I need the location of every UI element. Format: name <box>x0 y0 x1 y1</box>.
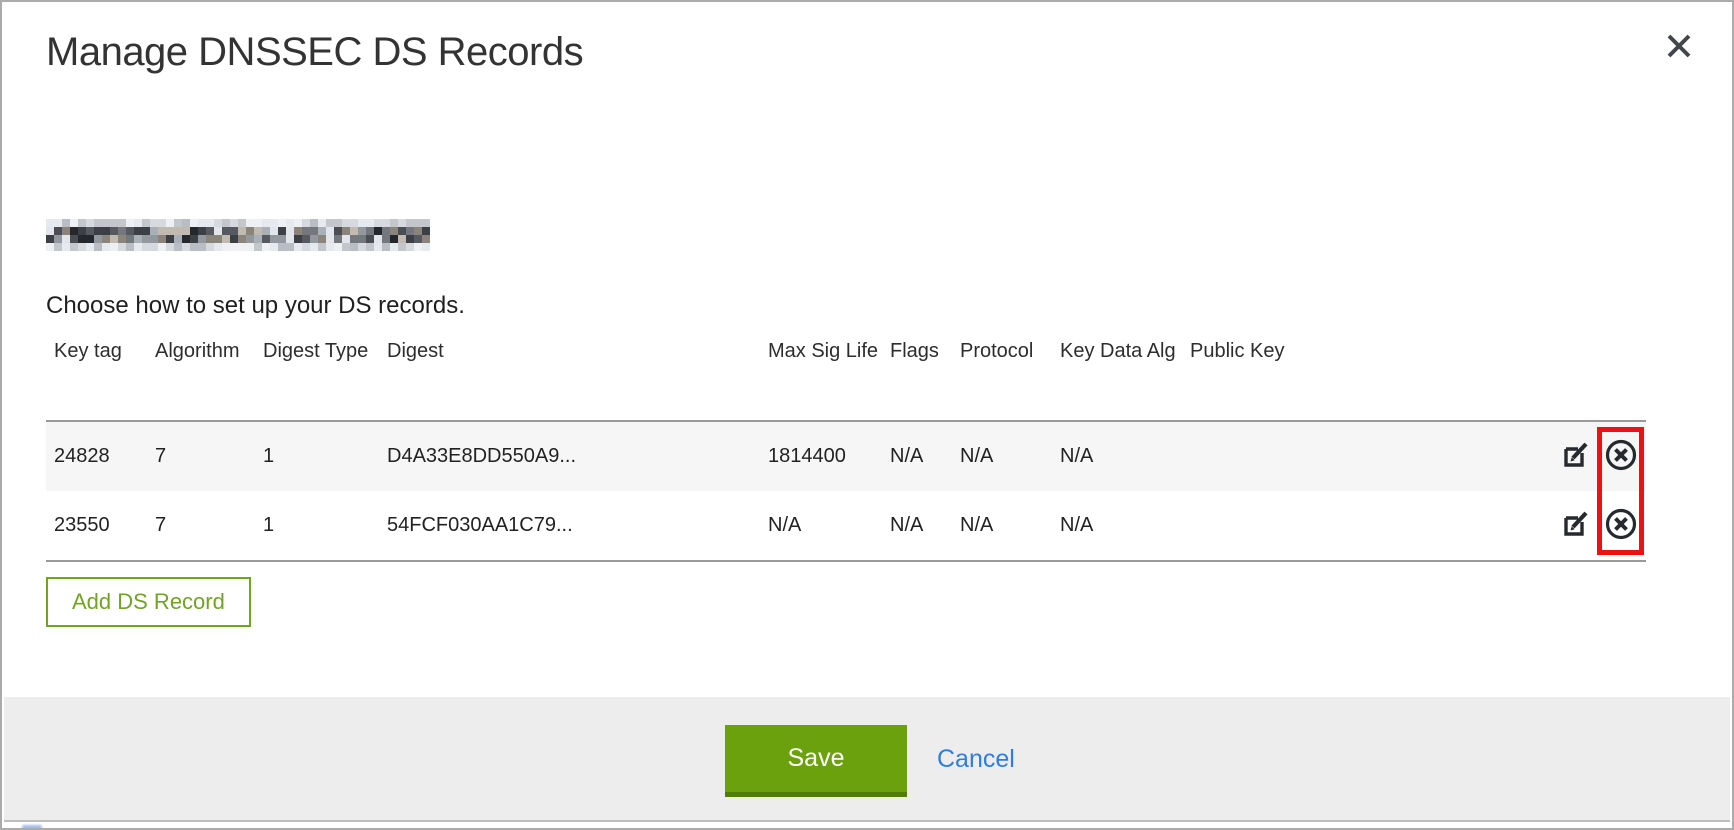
cancel-link[interactable]: Cancel <box>937 745 1015 774</box>
cell-protocol: N/A <box>952 514 1052 537</box>
col-header-max-sig-life: Max Sig Life <box>760 340 882 363</box>
close-icon <box>1665 32 1693 63</box>
col-header-public-key: Public Key <box>1182 340 1557 363</box>
cell-max-sig-life: N/A <box>760 514 882 537</box>
redacted-domain-name <box>46 219 430 251</box>
cell-flags: N/A <box>882 514 952 537</box>
delete-record-icon <box>1603 437 1639 476</box>
col-header-digest: Digest <box>379 340 760 363</box>
ds-records-table: Key tag Algorithm Digest Type Digest Max… <box>46 338 1646 562</box>
col-header-key-tag: Key tag <box>46 340 147 363</box>
instruction-text: Choose how to set up your DS records. <box>46 292 465 320</box>
cell-actions <box>1557 509 1646 543</box>
cell-digest-type: 1 <box>255 445 379 468</box>
table-row: 23550 7 1 54FCF030AA1C79... N/A N/A N/A … <box>46 491 1646 560</box>
table-row: 24828 7 1 D4A33E8DD550A9... 1814400 N/A … <box>46 422 1646 491</box>
dnssec-modal: Manage DNSSEC DS Records Choose how to s… <box>0 0 1734 830</box>
delete-record-button[interactable] <box>1604 440 1638 474</box>
background-page-sliver <box>22 825 42 830</box>
add-ds-record-button[interactable]: Add DS Record <box>46 577 251 627</box>
edit-record-button[interactable] <box>1560 509 1592 543</box>
table-body: 24828 7 1 D4A33E8DD550A9... 1814400 N/A … <box>46 420 1646 562</box>
delete-record-button[interactable] <box>1604 509 1638 543</box>
edit-record-icon <box>1560 508 1592 543</box>
cell-flags: N/A <box>882 445 952 468</box>
close-button[interactable] <box>1660 28 1698 66</box>
cell-max-sig-life: 1814400 <box>760 445 882 468</box>
cell-key-tag: 24828 <box>46 445 147 468</box>
delete-record-icon <box>1603 506 1639 545</box>
save-button[interactable]: Save <box>725 725 907 797</box>
col-header-algorithm: Algorithm <box>147 340 255 363</box>
page-title: Manage DNSSEC DS Records <box>46 30 583 75</box>
cell-algorithm: 7 <box>147 514 255 537</box>
cell-digest-type: 1 <box>255 514 379 537</box>
cell-key-data-alg: N/A <box>1052 514 1182 537</box>
cell-key-tag: 23550 <box>46 514 147 537</box>
cell-key-data-alg: N/A <box>1052 445 1182 468</box>
cell-actions <box>1557 440 1646 474</box>
edit-record-button[interactable] <box>1560 440 1592 474</box>
edit-record-icon <box>1560 439 1592 474</box>
col-header-key-data-alg: Key Data Alg <box>1052 340 1182 363</box>
col-header-protocol: Protocol <box>952 340 1052 363</box>
col-header-digest-type: Digest Type <box>255 340 379 363</box>
cell-algorithm: 7 <box>147 445 255 468</box>
cell-protocol: N/A <box>952 445 1052 468</box>
cell-digest: D4A33E8DD550A9... <box>379 445 760 468</box>
col-header-flags: Flags <box>882 340 952 363</box>
modal-footer: Save Cancel <box>4 697 1730 822</box>
table-header-row: Key tag Algorithm Digest Type Digest Max… <box>46 338 1646 420</box>
cell-digest: 54FCF030AA1C79... <box>379 514 760 537</box>
